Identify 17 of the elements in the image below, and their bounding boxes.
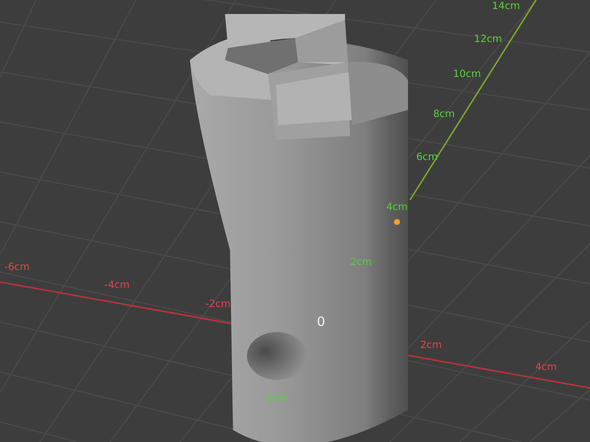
axis-label: -6cm <box>4 262 30 273</box>
axis-label: -2cm <box>263 393 289 404</box>
axis-label: 2cm <box>350 257 372 268</box>
axis-label: 4cm <box>535 362 557 373</box>
axis-label: 12cm <box>474 34 502 45</box>
3d-viewport[interactable]: 14cm 12cm 10cm 8cm 6cm 4cm 2cm -2cm -6cm -4cm -2cm 2cm 4cm 0 <box>0 0 590 442</box>
origin-label: 0 <box>316 315 326 330</box>
origin-marker <box>394 219 400 225</box>
axis-label: -2cm <box>205 299 231 310</box>
axis-label: 14cm <box>492 1 520 12</box>
axis-label: 4cm <box>386 202 408 213</box>
axis-label: 10cm <box>453 69 481 80</box>
axis-label: 6cm <box>416 152 438 163</box>
axis-label: -4cm <box>104 280 130 291</box>
axis-label: 8cm <box>433 109 455 120</box>
cylinder-drawing[interactable] <box>190 14 408 442</box>
axis-label: 2cm <box>420 340 442 351</box>
